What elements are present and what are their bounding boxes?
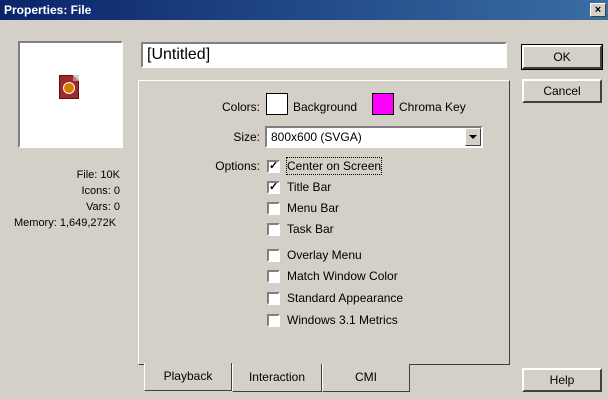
- size-select-value: 800x600 (SVGA): [271, 130, 362, 144]
- background-label: Background: [293, 100, 358, 114]
- tab-cmi-label: CMI: [355, 370, 377, 384]
- size-select[interactable]: 800x600 (SVGA): [265, 126, 483, 148]
- tab-playback[interactable]: Playback: [144, 363, 232, 391]
- option-checkbox[interactable]: [267, 314, 280, 327]
- window-titlebar[interactable]: Properties: File: [0, 0, 608, 20]
- option-checkbox[interactable]: [267, 202, 280, 215]
- file-icon: [59, 75, 79, 99]
- tab-cmi[interactable]: CMI: [322, 364, 410, 392]
- file-preview: [18, 41, 123, 148]
- tab-interaction-label: Interaction: [248, 370, 306, 384]
- chroma-key-swatch[interactable]: [372, 93, 394, 115]
- option-checkbox[interactable]: [267, 292, 280, 305]
- ok-button[interactable]: OK: [521, 44, 603, 70]
- option-label: Title Bar: [287, 180, 332, 194]
- option-label: Windows 3.1 Metrics: [287, 313, 398, 327]
- tab-playback-label: Playback: [163, 369, 213, 383]
- memory-stat: Memory: 1,649,272K: [14, 217, 117, 229]
- file-size-stat: File: 10K: [76, 169, 120, 181]
- option-checkbox[interactable]: ✓: [267, 160, 280, 173]
- help-button[interactable]: Help: [522, 368, 602, 392]
- colors-label: Colors:: [221, 100, 260, 114]
- option-checkbox[interactable]: ✓: [267, 181, 280, 194]
- vars-stat: Vars: 0: [85, 201, 120, 213]
- close-icon: ×: [594, 4, 602, 16]
- cancel-button[interactable]: Cancel: [522, 79, 602, 103]
- chroma-key-label: Chroma Key: [399, 100, 466, 114]
- window-title: Properties: File: [4, 3, 92, 17]
- option-label: Center on Screen: [285, 157, 383, 175]
- title-input[interactable]: [Untitled]: [141, 42, 507, 68]
- option-label: Match Window Color: [287, 269, 398, 283]
- options-label: Options:: [215, 159, 260, 173]
- option-checkbox[interactable]: [267, 223, 280, 236]
- size-label: Size:: [233, 130, 260, 144]
- option-label: Overlay Menu: [287, 248, 362, 262]
- tab-interaction[interactable]: Interaction: [232, 364, 322, 392]
- option-checkbox[interactable]: [267, 270, 280, 283]
- option-label: Menu Bar: [287, 201, 340, 215]
- icons-stat: Icons: 0: [81, 185, 120, 197]
- size-dropdown-button[interactable]: [465, 128, 481, 146]
- option-label: Standard Appearance: [287, 291, 404, 305]
- option-checkbox[interactable]: [267, 249, 280, 262]
- chevron-down-icon: [469, 135, 477, 139]
- close-button[interactable]: ×: [590, 3, 606, 17]
- option-label: Task Bar: [287, 222, 334, 236]
- background-color-swatch[interactable]: [266, 93, 288, 115]
